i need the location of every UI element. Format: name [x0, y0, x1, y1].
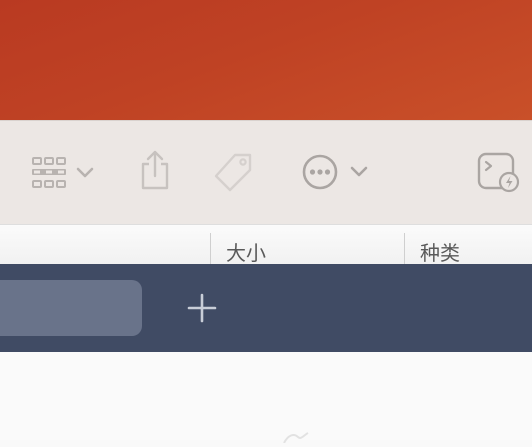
finder-toolbar — [0, 120, 532, 224]
ellipsis-circle-icon — [301, 153, 339, 191]
file-list-area — [0, 352, 532, 440]
grid-icon — [29, 155, 69, 191]
tag-icon — [213, 151, 255, 193]
tab-active[interactable] — [0, 280, 142, 336]
tab-bar — [0, 264, 532, 352]
tags-button[interactable] — [210, 149, 258, 195]
decorative-mark — [282, 428, 312, 447]
share-icon — [138, 149, 172, 191]
column-header-size[interactable]: 大小 — [226, 237, 266, 266]
share-button[interactable] — [134, 147, 176, 193]
desktop-background — [0, 0, 532, 120]
chevron-down-icon — [349, 165, 369, 179]
more-actions-button[interactable] — [298, 151, 372, 193]
column-header-kind[interactable]: 种类 — [420, 237, 460, 266]
view-grid-button[interactable] — [22, 153, 102, 193]
plus-icon — [186, 292, 218, 324]
new-tab-button[interactable] — [182, 288, 222, 328]
terminal-bolt-icon — [476, 151, 522, 195]
chevron-down-icon — [75, 166, 95, 180]
column-divider — [210, 233, 211, 265]
quick-action-button[interactable] — [476, 151, 522, 195]
list-column-header: 大小 种类 — [0, 224, 532, 266]
column-divider — [404, 233, 405, 265]
